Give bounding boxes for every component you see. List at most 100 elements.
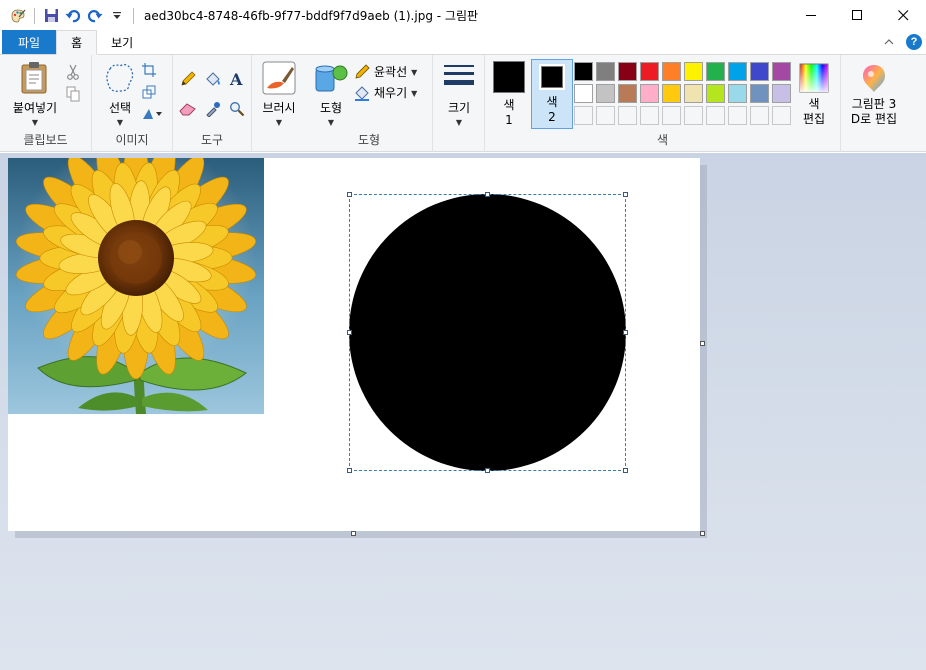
canvas-resize-handle-corner[interactable] xyxy=(700,531,705,536)
copy-icon[interactable] xyxy=(64,85,82,103)
paste-dropdown-icon: ▼ xyxy=(31,118,39,127)
separator xyxy=(133,7,134,24)
palette-swatch[interactable] xyxy=(574,62,593,81)
tools-group-label: 도구 xyxy=(200,133,224,147)
palette-custom-swatch[interactable] xyxy=(772,106,791,125)
selection-handle-top[interactable] xyxy=(485,192,490,197)
palette-swatch[interactable] xyxy=(728,84,747,103)
fill-dropdown-icon: ▼ xyxy=(411,89,418,98)
palette-swatch[interactable] xyxy=(772,62,791,81)
select-button[interactable]: 선택 ▼ xyxy=(98,61,142,127)
selection-handle-left[interactable] xyxy=(347,330,352,335)
cut-icon[interactable] xyxy=(64,63,82,81)
color-picker-icon[interactable] xyxy=(204,100,222,118)
color1-button[interactable]: 색 1 xyxy=(491,61,527,127)
palette-swatch[interactable] xyxy=(640,62,659,81)
window-controls xyxy=(788,0,926,31)
fill-bucket-icon[interactable] xyxy=(204,70,222,88)
undo-icon[interactable] xyxy=(65,8,81,24)
brushes-button[interactable]: 브러시 ▼ xyxy=(258,61,300,127)
select-label: 선택 xyxy=(108,101,132,115)
tab-file[interactable]: 파일 xyxy=(2,30,57,54)
palette-swatch[interactable] xyxy=(750,62,769,81)
image-group-label: 이미지 xyxy=(115,133,149,147)
palette-custom-swatch[interactable] xyxy=(640,106,659,125)
palette-swatch[interactable] xyxy=(750,84,769,103)
palette-swatch[interactable] xyxy=(640,84,659,103)
clipboard-group: 붙여넣기 ▼ 클립보드 xyxy=(0,55,92,152)
customize-qa-chevron-icon[interactable] xyxy=(109,8,125,24)
selection-handle-bottom[interactable] xyxy=(485,468,490,473)
close-button[interactable] xyxy=(880,0,926,31)
colors-group-label: 색 xyxy=(656,133,669,147)
paint-app-icon[interactable] xyxy=(10,8,26,24)
palette-swatch[interactable] xyxy=(618,62,637,81)
shape-selection-box[interactable] xyxy=(349,194,626,471)
palette-custom-swatch[interactable] xyxy=(662,106,681,125)
edit-colors-label-line1: 색 xyxy=(808,97,820,111)
palette-custom-swatch[interactable] xyxy=(728,106,747,125)
palette-custom-swatch[interactable] xyxy=(750,106,769,125)
rotate-icon[interactable] xyxy=(140,105,166,123)
palette-custom-swatch[interactable] xyxy=(706,106,725,125)
help-icon[interactable]: ? xyxy=(906,34,922,50)
image-group: 선택 ▼ 이미지 xyxy=(92,55,173,152)
palette-swatch[interactable] xyxy=(728,62,747,81)
free-form-select-icon xyxy=(106,63,134,92)
palette-custom-swatch[interactable] xyxy=(684,106,703,125)
palette-swatch[interactable] xyxy=(596,62,615,81)
title-bar: aed30bc4-8748-46fb-9f77-bddf9f7d9aeb (1)… xyxy=(0,0,926,31)
canvas-resize-handle-bottom[interactable] xyxy=(351,531,356,536)
save-icon[interactable] xyxy=(43,8,59,24)
maximize-button[interactable] xyxy=(834,0,880,31)
palette-swatch[interactable] xyxy=(772,84,791,103)
separator xyxy=(34,7,35,24)
selection-handle-top-right[interactable] xyxy=(623,192,628,197)
shapes-button[interactable]: 도형 ▼ xyxy=(310,61,352,127)
color1-label-line1: 색 xyxy=(503,98,515,112)
shapes-label: 도형 xyxy=(319,101,343,115)
palette-swatch[interactable] xyxy=(618,84,637,103)
palette-swatch[interactable] xyxy=(684,84,703,103)
palette-custom-swatch[interactable] xyxy=(618,106,637,125)
svg-text:A: A xyxy=(229,71,243,87)
text-icon[interactable]: A xyxy=(228,70,246,88)
clipboard-group-label: 클립보드 xyxy=(23,133,68,147)
palette-swatch[interactable] xyxy=(574,84,593,103)
palette-swatch[interactable] xyxy=(706,62,725,81)
outline-label: 윤곽선 xyxy=(374,65,408,79)
palette-swatch[interactable] xyxy=(706,84,725,103)
palette-swatch[interactable] xyxy=(662,84,681,103)
canvas-resize-handle-right[interactable] xyxy=(700,341,705,346)
paint3d-label-line2: D로 편집 xyxy=(850,112,898,126)
crop-icon[interactable] xyxy=(140,61,158,79)
selection-handle-right[interactable] xyxy=(623,330,628,335)
color2-button[interactable]: 색 2 xyxy=(531,59,573,129)
size-button[interactable]: 크기 ▼ xyxy=(439,63,479,127)
selection-handle-top-left[interactable] xyxy=(347,192,352,197)
tab-view[interactable]: 보기 xyxy=(97,30,147,54)
palette-custom-swatch[interactable] xyxy=(574,106,593,125)
selection-handle-bottom-right[interactable] xyxy=(623,468,628,473)
redo-icon[interactable] xyxy=(87,8,103,24)
palette-swatch[interactable] xyxy=(596,84,615,103)
outline-button[interactable]: 윤곽선 ▼ xyxy=(354,63,417,80)
edit-colors-label-line2: 편집 xyxy=(802,112,826,126)
line-size-icon xyxy=(444,65,474,85)
palette-swatch[interactable] xyxy=(684,62,703,81)
paste-button[interactable]: 붙여넣기 ▼ xyxy=(9,61,61,127)
tab-home[interactable]: 홈 xyxy=(56,30,98,55)
eraser-icon[interactable] xyxy=(179,100,197,118)
pencil-icon[interactable] xyxy=(179,70,197,88)
edit-with-paint3d-button[interactable]: 그림판 3 D로 편집 xyxy=(845,63,903,126)
palette-swatch[interactable] xyxy=(662,62,681,81)
magnifier-icon[interactable] xyxy=(228,100,246,118)
fill-button[interactable]: 채우기 ▼ xyxy=(354,84,417,101)
resize-icon[interactable] xyxy=(140,83,158,101)
selection-handle-bottom-left[interactable] xyxy=(347,468,352,473)
palette-custom-swatch[interactable] xyxy=(596,106,615,125)
collapse-ribbon-icon[interactable] xyxy=(884,35,894,49)
edit-colors-button[interactable]: 색 편집 xyxy=(795,63,833,126)
window-title: aed30bc4-8748-46fb-9f77-bddf9f7d9aeb (1)… xyxy=(144,9,479,23)
minimize-button[interactable] xyxy=(788,0,834,31)
